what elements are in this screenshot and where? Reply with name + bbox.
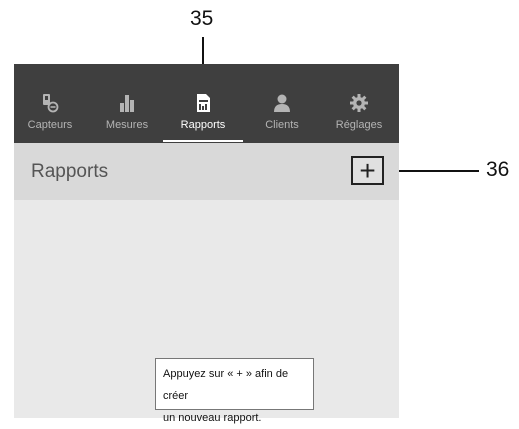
plus-icon: + [359, 155, 376, 186]
page-header: Rapports + [14, 143, 399, 200]
hint-line-1: Appuyez sur « + » afin de créer [163, 368, 289, 402]
nav-label-reglages: Réglages [335, 119, 383, 131]
nav-label-capteurs: Capteurs [27, 119, 73, 131]
empty-state-hint: Appuyez sur « + » afin de créer un nouve… [155, 358, 314, 424]
nav-item-rapports[interactable]: Rapports [163, 92, 243, 142]
nav-item-reglages[interactable]: Réglages [324, 92, 394, 138]
add-report-button[interactable]: + [351, 155, 384, 186]
hint-line-2: un nouveau rapport. [163, 412, 262, 424]
person-icon [247, 92, 317, 114]
active-tab-indicator [163, 140, 243, 142]
nav-label-rapports: Rapports [180, 119, 226, 131]
nav-label-clients: Clients [265, 119, 299, 131]
nav-item-capteurs[interactable]: Capteurs [15, 92, 85, 138]
bar-chart-icon [92, 92, 162, 114]
page-title: Rapports [31, 161, 109, 182]
callout-number-36: 36 [486, 158, 510, 181]
app-screen: Capteurs Mesures Rapports Clients Réglag… [14, 64, 399, 424]
gear-icon [324, 92, 394, 114]
nav-item-mesures[interactable]: Mesures [92, 92, 162, 138]
callout-number-35: 35 [190, 7, 214, 30]
sensor-icon [15, 92, 85, 114]
bottom-nav-bar: Capteurs Mesures Rapports Clients Réglag… [14, 64, 399, 143]
callout-line-36 [394, 170, 479, 172]
nav-label-mesures: Mesures [105, 119, 149, 131]
nav-item-clients[interactable]: Clients [247, 92, 317, 138]
report-icon [168, 92, 238, 114]
